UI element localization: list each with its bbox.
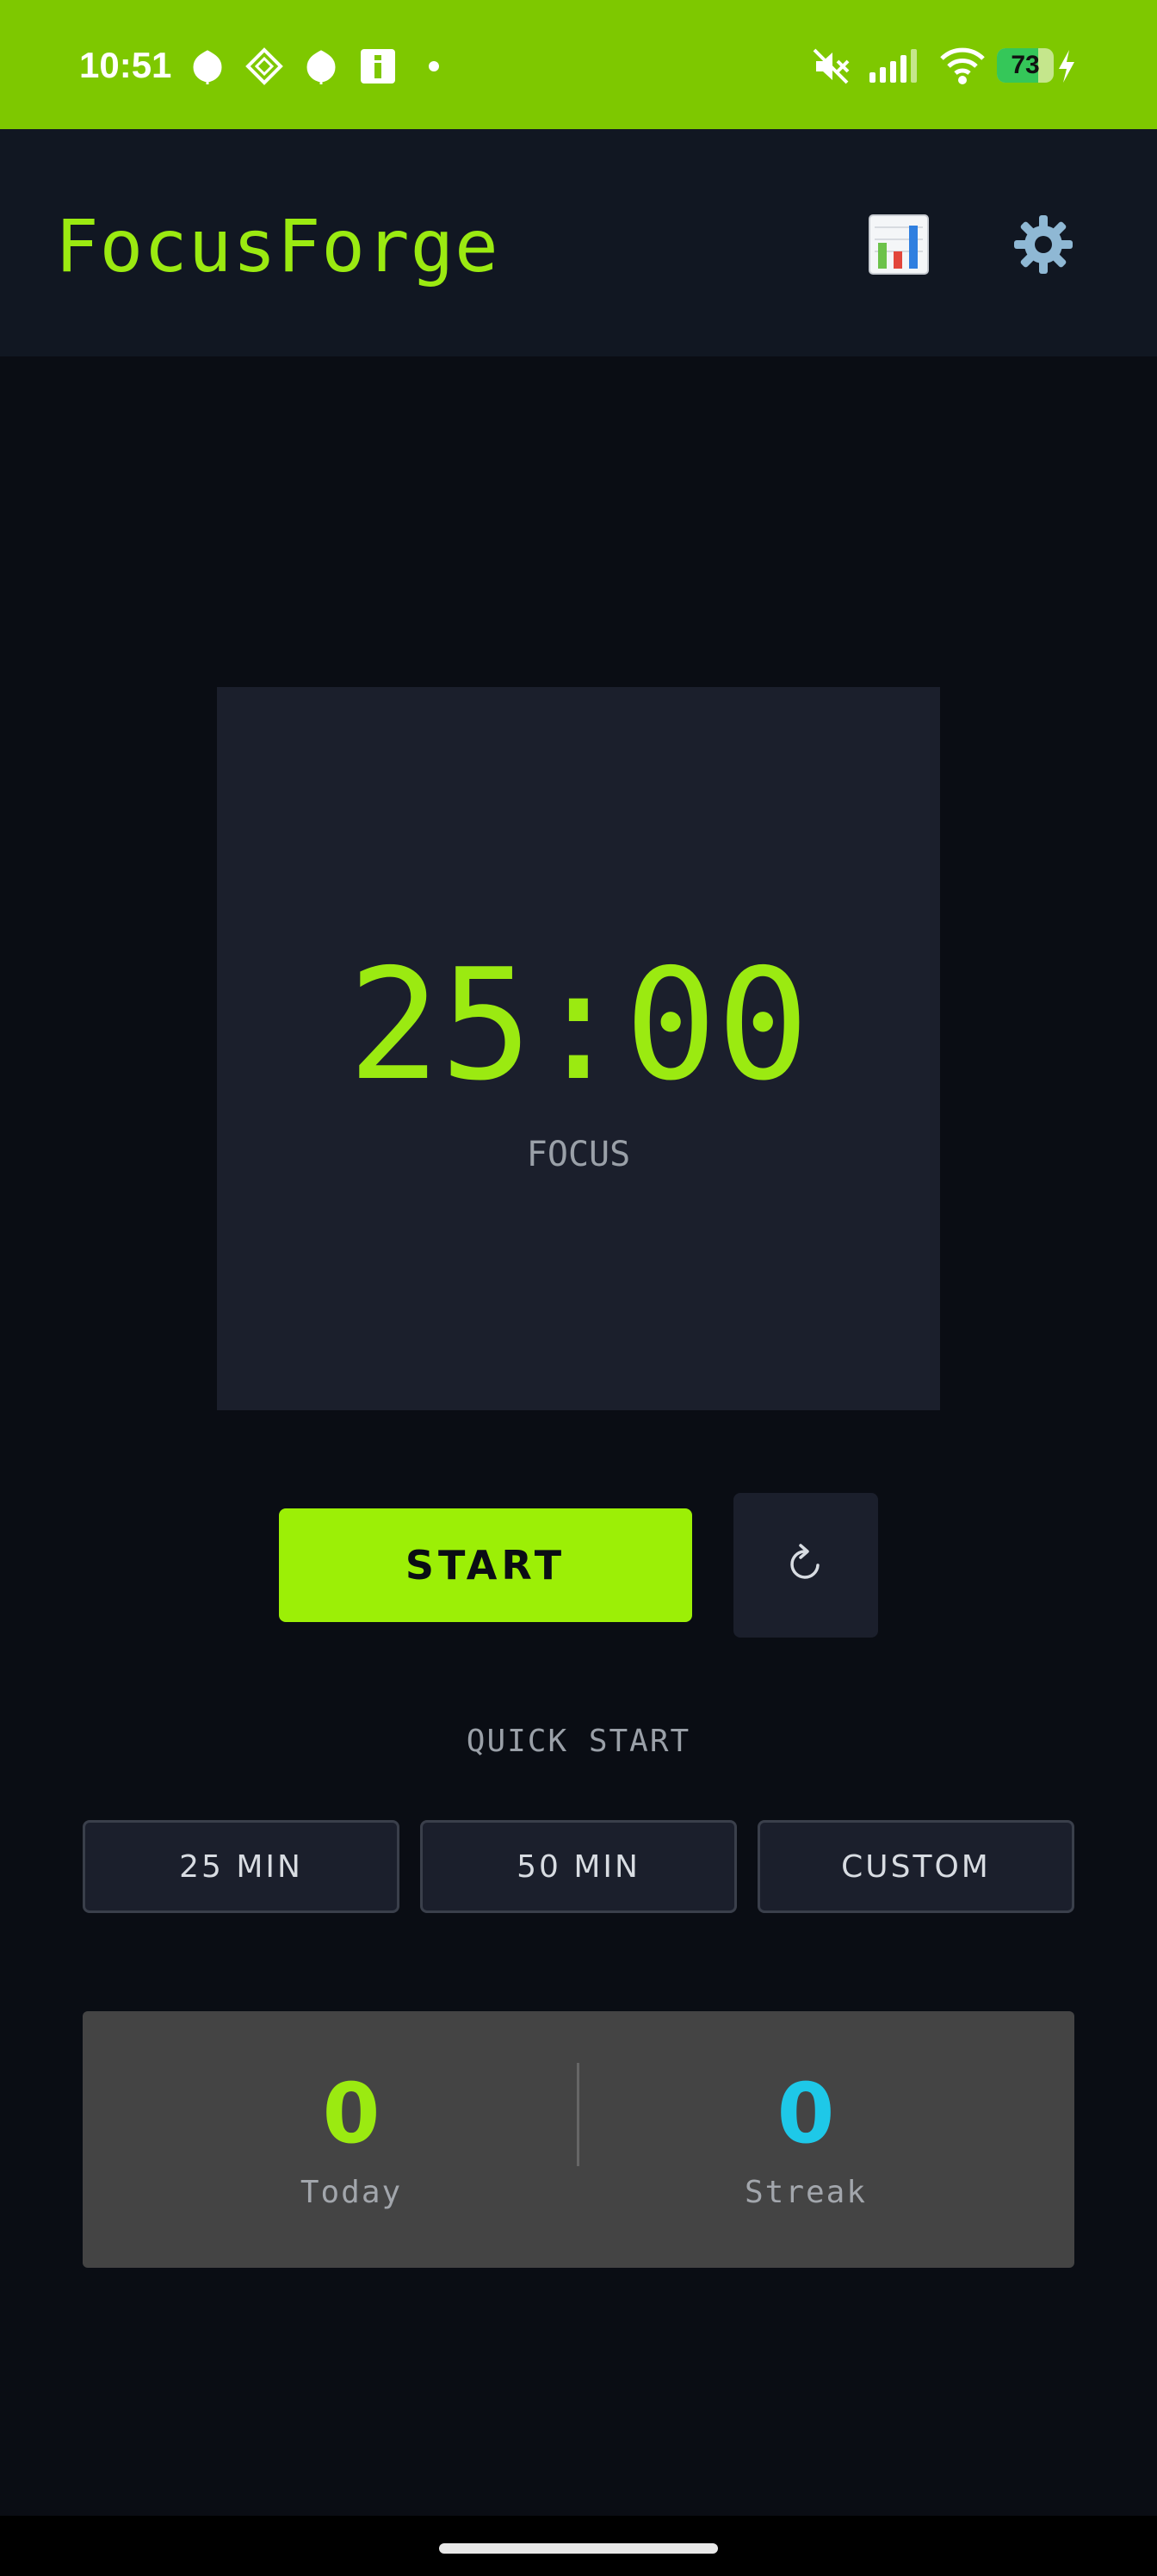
stats-button[interactable] <box>864 212 933 281</box>
settings-button[interactable] <box>1009 212 1078 281</box>
home-indicator[interactable] <box>439 2543 718 2554</box>
stat-streak-label: Streak <box>744 2175 868 2210</box>
preset-50-min-button[interactable]: 50 MIN <box>420 1820 737 1913</box>
status-time: 10:51 <box>79 45 172 85</box>
battery-percentage: 73 <box>1011 51 1040 79</box>
refresh-icon <box>783 1541 828 1589</box>
bar-chart-icon <box>868 214 930 279</box>
wifi-icon <box>940 45 985 88</box>
info-app-icon <box>358 46 398 86</box>
preset-25-min-button[interactable]: 25 MIN <box>83 1820 399 1913</box>
status-bar: 10:51 73 <box>0 0 1157 129</box>
timer-card: 25:00 FOCUS <box>217 687 940 1410</box>
stat-today-label: Today <box>300 2175 403 2210</box>
gesture-bar <box>0 2516 1157 2576</box>
leaf-notification-icon <box>188 46 227 86</box>
leaf-notification-icon <box>301 46 341 86</box>
stats-divider <box>577 2063 579 2166</box>
cellular-signal-icon <box>868 45 923 88</box>
start-button[interactable]: START <box>279 1508 692 1622</box>
app-title: FocusForge <box>55 204 499 288</box>
reset-button[interactable] <box>733 1493 878 1638</box>
diamond-app-icon <box>244 46 284 86</box>
battery-icon: 73 <box>997 48 1054 83</box>
dot-icon <box>425 46 465 86</box>
stat-streak: 0 Streak <box>582 2011 1030 2268</box>
muted-icon <box>809 45 852 88</box>
charging-icon <box>1055 45 1078 88</box>
stat-today: 0 Today <box>127 2011 575 2268</box>
preset-custom-button[interactable]: CUSTOM <box>758 1820 1074 1913</box>
timer-mode-label: FOCUS <box>526 1135 631 1174</box>
stat-today-value: 0 <box>322 2065 381 2162</box>
stat-streak-value: 0 <box>776 2065 835 2162</box>
stats-panel: 0 Today 0 Streak <box>83 2011 1074 2268</box>
quick-start-label: QUICK START <box>466 1724 691 1759</box>
timer-display: 25:00 <box>348 936 809 1114</box>
gear-icon <box>1012 214 1074 279</box>
app-header: FocusForge <box>0 129 1157 356</box>
